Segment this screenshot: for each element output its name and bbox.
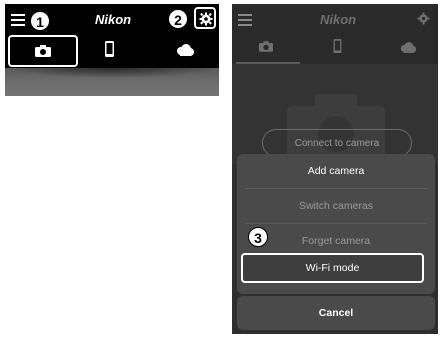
tab-camera[interactable] <box>8 35 78 67</box>
cloud-icon[interactable] <box>399 42 417 53</box>
menu-icon[interactable] <box>238 14 252 26</box>
phone-icon[interactable] <box>333 39 342 53</box>
nikon-logo: Nikon <box>95 12 132 27</box>
camera-icon[interactable] <box>259 41 273 52</box>
cloud-icon <box>177 44 194 56</box>
content-shadow <box>5 68 219 78</box>
callout-3: 3 <box>248 227 268 247</box>
connect-to-camera-button[interactable]: Connect to camera <box>262 129 412 157</box>
switch-cameras-option[interactable]: Switch cameras <box>237 189 435 223</box>
menu-icon[interactable] <box>11 14 25 26</box>
gear-icon[interactable] <box>417 12 430 25</box>
settings-button[interactable] <box>194 7 216 29</box>
right-app-screen: Nikon Connect to camera Add camera Switc <box>232 4 438 334</box>
add-camera-option[interactable]: Add camera <box>237 154 435 188</box>
gear-icon <box>199 12 213 26</box>
tab-cloud[interactable] <box>170 37 200 65</box>
cancel-button[interactable]: Cancel <box>237 296 435 330</box>
phone-icon <box>105 41 114 57</box>
callout-2: 2 <box>168 9 188 29</box>
tab-phone[interactable] <box>95 37 125 65</box>
wifi-mode-option[interactable]: Wi-Fi mode <box>241 253 424 283</box>
camera-icon <box>35 45 51 57</box>
callout-1: 1 <box>30 11 50 31</box>
nikon-logo: Nikon <box>320 12 357 27</box>
